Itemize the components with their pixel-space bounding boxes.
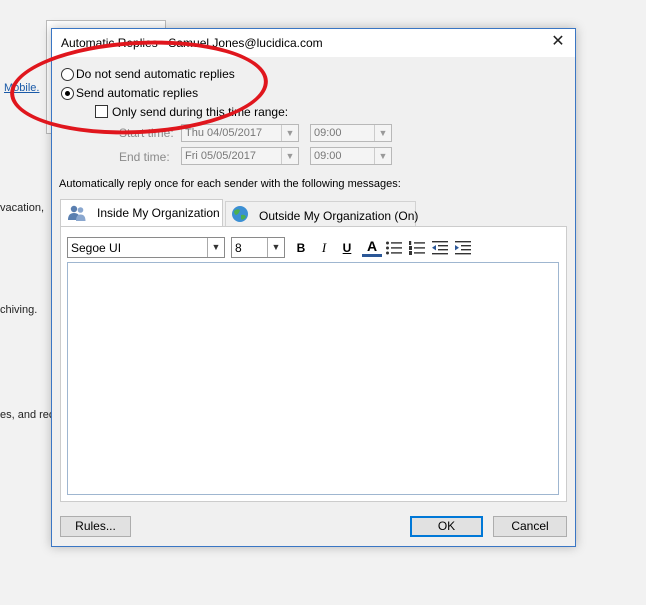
start-date-value: Thu 04/05/2017 bbox=[185, 127, 263, 139]
font-size-value: 8 bbox=[235, 241, 242, 255]
start-time-combo[interactable]: 09:00 ▼ bbox=[310, 124, 392, 142]
end-date-value: Fri 05/05/2017 bbox=[185, 150, 256, 162]
cancel-button[interactable]: Cancel bbox=[493, 516, 567, 537]
people-icon bbox=[68, 205, 86, 221]
chevron-down-icon: ▼ bbox=[281, 125, 298, 141]
chevron-down-icon: ▼ bbox=[267, 238, 284, 257]
reply-once-label: Automatically reply once for each sender… bbox=[59, 178, 401, 190]
ok-button[interactable]: OK bbox=[410, 516, 483, 537]
rules-button[interactable]: Rules... bbox=[60, 516, 131, 537]
close-icon[interactable]: ✕ bbox=[549, 32, 567, 52]
message-editor[interactable] bbox=[67, 262, 559, 495]
end-time-value: 09:00 bbox=[314, 150, 342, 162]
end-date-combo[interactable]: Fri 05/05/2017 ▼ bbox=[181, 147, 299, 165]
decrease-indent-icon[interactable] bbox=[431, 240, 449, 256]
background-text-archiving: chiving. bbox=[0, 304, 38, 316]
numbered-list-icon[interactable] bbox=[408, 240, 426, 256]
chevron-down-icon: ▼ bbox=[374, 125, 391, 141]
italic-button[interactable]: I bbox=[314, 239, 334, 257]
end-time-label: End time: bbox=[119, 150, 170, 164]
bold-button[interactable]: B bbox=[291, 239, 311, 257]
chevron-down-icon: ▼ bbox=[207, 238, 224, 257]
bullet-list-icon[interactable] bbox=[385, 240, 403, 256]
font-size-combo[interactable]: 8 ▼ bbox=[231, 237, 285, 258]
background-text-rec: es, and rec bbox=[0, 409, 55, 421]
font-name-value: Segoe UI bbox=[71, 241, 122, 255]
chevron-down-icon: ▼ bbox=[281, 148, 298, 164]
background-text-vacation: vacation, bbox=[0, 202, 45, 214]
tab-inside-label: Inside My Organization bbox=[97, 206, 220, 220]
start-time-value: 09:00 bbox=[314, 127, 342, 139]
start-date-combo[interactable]: Thu 04/05/2017 ▼ bbox=[181, 124, 299, 142]
increase-indent-icon[interactable] bbox=[454, 240, 472, 256]
tab-inside-organization[interactable]: Inside My Organization bbox=[60, 199, 223, 227]
font-name-combo[interactable]: Segoe UI ▼ bbox=[67, 237, 225, 258]
end-time-combo[interactable]: 09:00 ▼ bbox=[310, 147, 392, 165]
tab-outside-organization[interactable]: Outside My Organization (On) bbox=[225, 201, 419, 227]
font-color-button[interactable]: A bbox=[362, 239, 382, 257]
underline-button[interactable]: U bbox=[337, 239, 357, 257]
tab-outside-label: Outside My Organization (On) bbox=[259, 209, 419, 223]
globe-icon bbox=[232, 206, 248, 222]
chevron-down-icon: ▼ bbox=[374, 148, 391, 164]
